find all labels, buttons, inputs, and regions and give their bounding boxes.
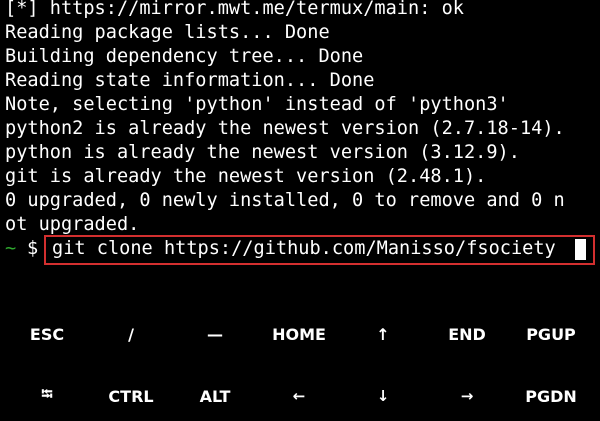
output-line: Reading package lists... Done	[5, 22, 330, 43]
tab-key[interactable]: ⭾	[5, 371, 89, 421]
extra-keys-bar: ESC / — HOME ↑ END PGUP ⭾ CTRL ALT ← ↓ →…	[0, 300, 600, 418]
arrow-left-key[interactable]: ←	[257, 371, 341, 421]
text-cursor	[575, 239, 586, 260]
output-line: Reading state information... Done	[5, 70, 375, 91]
terminal-output[interactable]: [*] https://mirror.mwt.me/termux/main: o…	[0, 0, 600, 300]
output-line: Building dependency tree... Done	[5, 46, 364, 67]
output-line: ot upgraded.	[5, 214, 140, 235]
arrow-up-key[interactable]: ↑	[341, 309, 425, 359]
ctrl-key[interactable]: CTRL	[89, 371, 173, 421]
output-line: python2 is already the newest version (2…	[5, 118, 565, 139]
end-key[interactable]: END	[425, 309, 509, 359]
slash-key[interactable]: /	[89, 309, 173, 359]
dash-key[interactable]: —	[173, 309, 257, 359]
pgdn-key[interactable]: PGDN	[509, 371, 593, 421]
arrow-right-key[interactable]: →	[425, 371, 509, 421]
home-key[interactable]: HOME	[257, 309, 341, 359]
output-line: git is already the newest version (2.48.…	[5, 166, 487, 187]
output-line: python is already the newest version (3.…	[5, 142, 520, 163]
output-line: Note, selecting 'python' instead of 'pyt…	[5, 94, 509, 115]
esc-key[interactable]: ESC	[5, 309, 89, 359]
alt-key[interactable]: ALT	[173, 371, 257, 421]
pgup-key[interactable]: PGUP	[509, 309, 593, 359]
prompt-dollar-sign: $	[27, 238, 39, 259]
prompt-arrow: ~	[5, 238, 17, 259]
command-input-line[interactable]: git clone https://github.com/Manisso/fso…	[52, 237, 556, 261]
output-line: [*] https://mirror.mwt.me/termux/main: o…	[5, 0, 464, 19]
arrow-down-key[interactable]: ↓	[341, 371, 425, 421]
output-line: 0 upgraded, 0 newly installed, 0 to remo…	[5, 190, 565, 211]
